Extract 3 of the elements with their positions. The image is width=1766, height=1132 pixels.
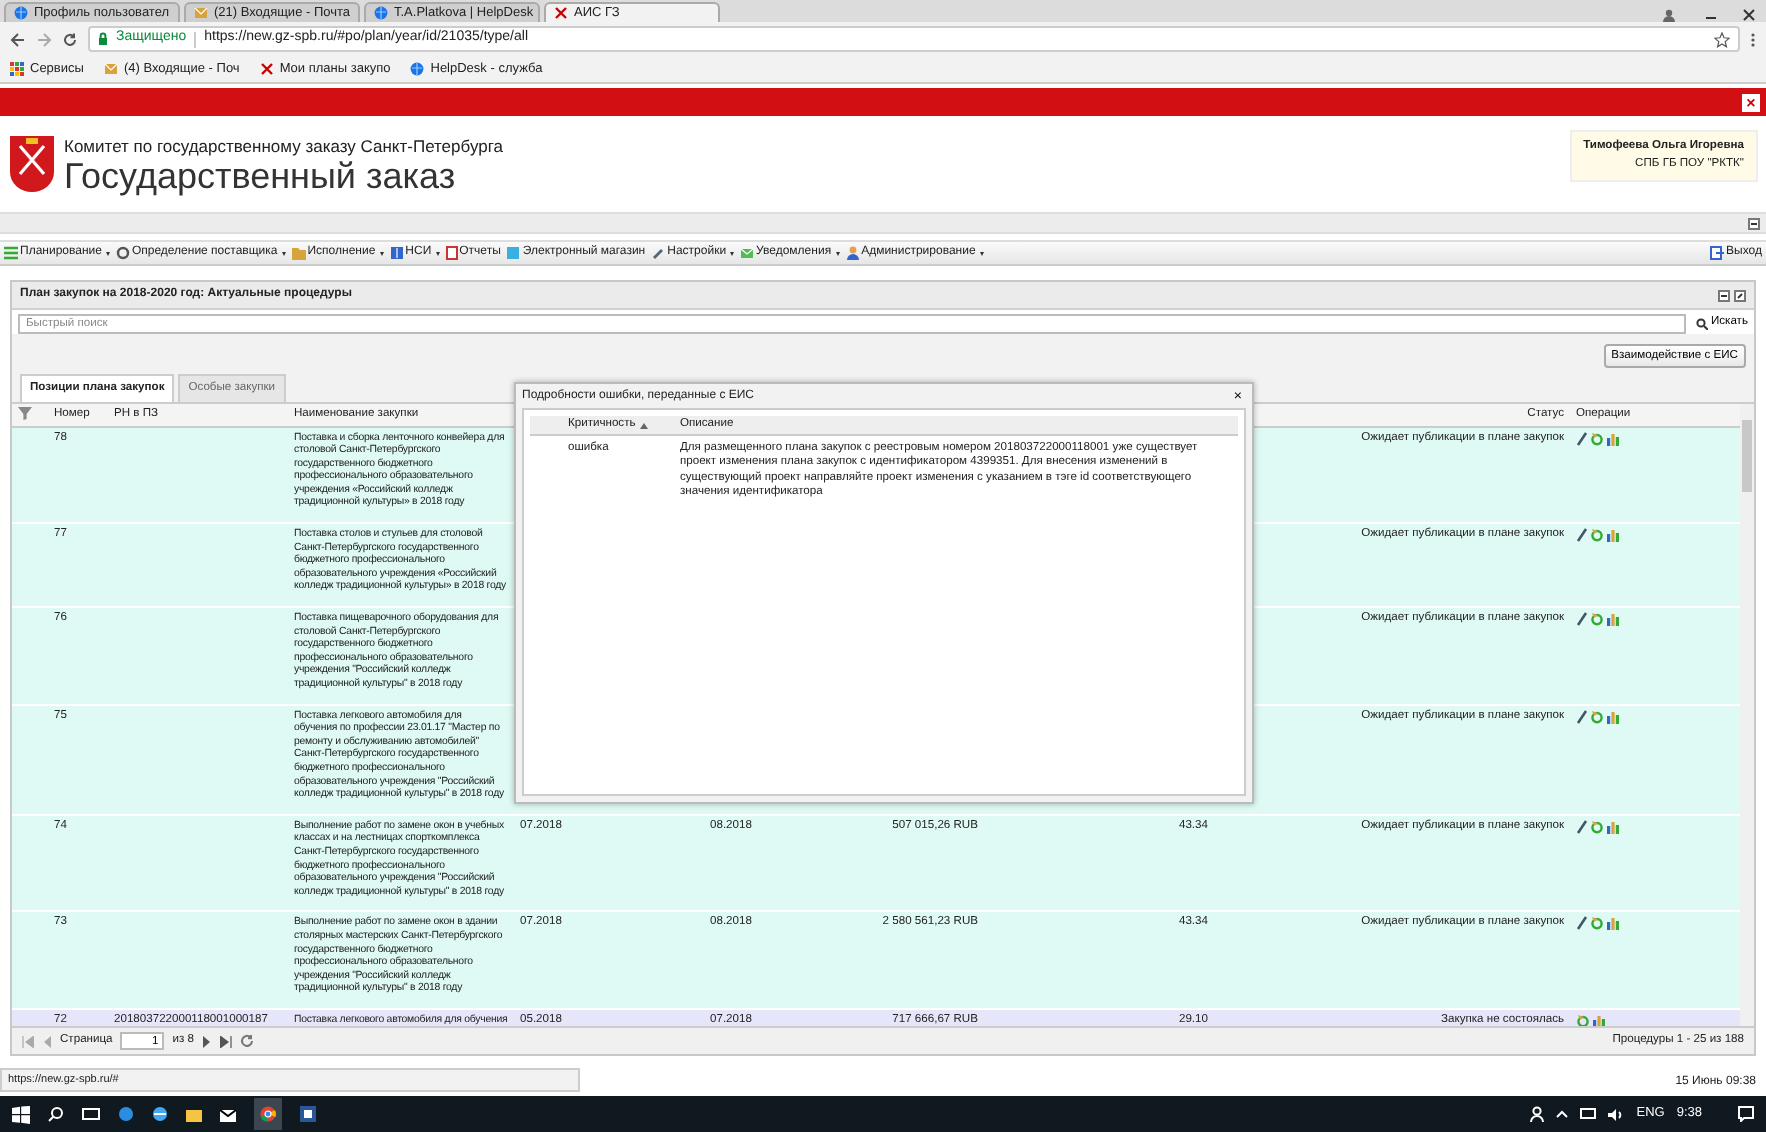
organization-name: Комитет по государственному заказу Санкт-Петербурга xyxy=(64,133,503,159)
close-button[interactable]: × xyxy=(1742,93,1760,111)
site-title: Государственный заказ xyxy=(64,158,458,195)
